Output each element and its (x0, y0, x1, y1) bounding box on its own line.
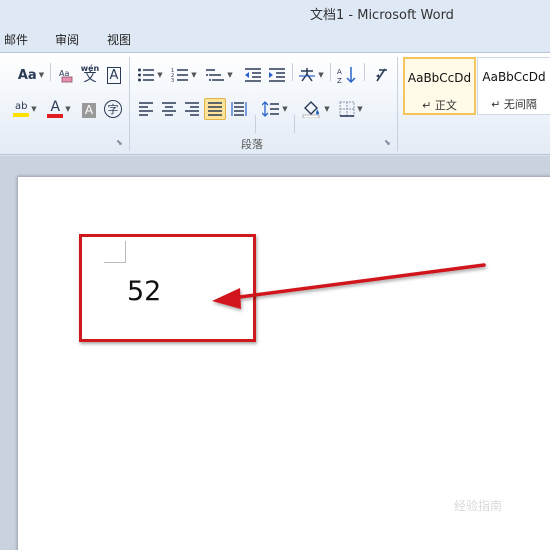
sort-icon: AZ (337, 67, 356, 84)
shading-button[interactable]: ▼ (300, 98, 332, 120)
align-right-button[interactable] (181, 98, 203, 120)
dialog-launcher-icon[interactable]: ⬊ (116, 138, 123, 147)
group-divider (129, 57, 130, 151)
dialog-launcher-icon[interactable]: ⬊ (384, 138, 391, 147)
align-center-button[interactable] (158, 98, 180, 120)
multilevel-list-icon (206, 69, 225, 81)
align-right-icon (185, 102, 199, 116)
style-sample: AaBbCcDd (407, 71, 472, 85)
chevron-down-icon: ▼ (324, 105, 330, 113)
chevron-down-icon: ▼ (282, 105, 288, 113)
align-center-icon (162, 102, 176, 116)
chevron-down-icon: ▼ (31, 105, 37, 113)
change-case-label: Aa (17, 67, 37, 83)
font-color-swatch (47, 114, 64, 118)
divider (50, 63, 51, 81)
character-shading-label: A (81, 102, 97, 118)
highlight-button[interactable]: ab ▼ (8, 98, 42, 120)
paint-bucket-icon (302, 101, 320, 118)
line-spacing-icon (262, 101, 280, 117)
chevron-down-icon: ▼ (157, 71, 163, 79)
numbering-icon: 123 (171, 68, 189, 83)
divider (294, 115, 295, 133)
increase-indent-button[interactable] (266, 64, 288, 86)
window-title: 文档1 - Microsoft Word (310, 8, 454, 23)
enclose-characters-button[interactable]: 字 (102, 98, 124, 120)
font-color-label: A (50, 99, 61, 115)
align-left-button[interactable] (135, 98, 157, 120)
chinese-layout-icon (299, 68, 316, 82)
style-no-spacing[interactable]: AaBbCcDd ↵ 无间隔 (477, 57, 550, 115)
chevron-down-icon: ▼ (65, 105, 71, 113)
tab-review[interactable]: 审阅 (55, 31, 79, 48)
phonetic-guide-button[interactable]: wén 文 (80, 62, 100, 84)
style-sample: AaBbCcDd (482, 70, 546, 84)
chevron-down-icon: ▼ (227, 71, 233, 79)
tab-mailings[interactable]: 邮件 (4, 31, 28, 48)
ribbon-tabs: 邮件 审阅 视图 (0, 26, 550, 53)
tab-view[interactable]: 视图 (107, 31, 131, 48)
enclose-label: 字 (104, 100, 122, 118)
group-divider (397, 57, 398, 151)
pilcrow-icon (376, 68, 387, 82)
divider (364, 63, 365, 81)
title-bar: 文档1 - Microsoft Word (0, 0, 550, 26)
bullets-button[interactable]: ▼ (135, 64, 165, 86)
align-left-icon (139, 102, 153, 116)
annotation-box (79, 234, 256, 342)
character-border-button[interactable]: A (104, 64, 124, 86)
highlight-swatch (13, 113, 30, 117)
sort-button[interactable]: AZ (335, 64, 359, 86)
clear-formatting-button[interactable]: Aa (56, 64, 76, 86)
font-color-button[interactable]: A ▼ (44, 98, 74, 120)
svg-text:A: A (337, 68, 342, 76)
character-border-label: A (106, 66, 122, 84)
eraser-icon: Aa (59, 69, 73, 83)
chinese-layout-button[interactable]: ▼ (296, 64, 326, 86)
justify-button[interactable] (204, 98, 226, 120)
style-normal[interactable]: AaBbCcDd ↵ 正文 (403, 57, 476, 115)
show-hide-marks-button[interactable] (370, 64, 392, 86)
distributed-icon (231, 102, 247, 116)
decrease-indent-button[interactable] (242, 64, 264, 86)
phonetic-char: 文 (83, 70, 97, 85)
chevron-down-icon: ▼ (357, 105, 363, 113)
bullets-icon (138, 68, 155, 82)
borders-button[interactable]: ▼ (337, 98, 365, 120)
document-page[interactable] (18, 177, 550, 550)
multilevel-list-button[interactable]: ▼ (203, 64, 235, 86)
distributed-button[interactable] (228, 98, 250, 120)
justify-icon (208, 102, 222, 116)
change-case-button[interactable]: Aa ▼ (17, 64, 45, 86)
increase-indent-icon (269, 68, 285, 82)
line-spacing-button[interactable]: ▼ (261, 98, 289, 120)
chevron-down-icon: ▼ (318, 71, 324, 79)
divider (255, 115, 256, 133)
svg-text:3: 3 (171, 78, 174, 83)
highlighter-icon: ab (13, 101, 30, 117)
numbering-button[interactable]: 1 2 3 ▼ (169, 64, 199, 86)
chevron-down-icon: ▼ (191, 71, 197, 79)
divider (330, 63, 331, 81)
svg-text:Z: Z (337, 77, 342, 84)
paragraph-group-label: 段落 (241, 138, 263, 151)
watermark: 经验指南 (454, 499, 503, 513)
divider (292, 63, 293, 81)
character-shading-button[interactable]: A (80, 99, 98, 121)
style-name: ↵ 正文 (422, 99, 457, 112)
highlight-label: ab (15, 101, 28, 112)
borders-icon (339, 101, 355, 117)
font-color-icon: A (47, 99, 64, 118)
chevron-down-icon: ▼ (38, 71, 45, 79)
decrease-indent-icon (245, 68, 261, 82)
style-name: ↵ 无间隔 (491, 98, 537, 111)
